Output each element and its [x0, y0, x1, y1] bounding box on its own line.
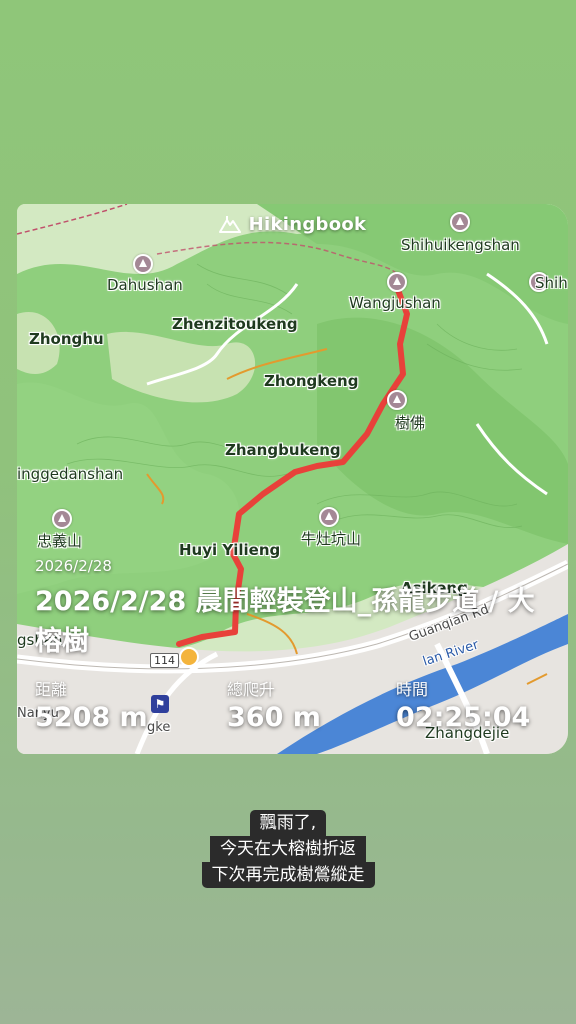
place-label: Zhenzitoukeng	[172, 315, 298, 333]
caption-line-3: 下次再完成樹鶯縱走	[201, 862, 375, 888]
peak-icon[interactable]	[450, 212, 470, 232]
place-label: gke	[147, 720, 171, 735]
brand-logo: Hikingbook	[17, 214, 568, 235]
map-card[interactable]: Hikingbook Shihuikengshan Shihui Dahusha…	[17, 204, 568, 754]
place-label: inggedanshan	[17, 465, 124, 483]
place-label: Shihui	[535, 274, 568, 292]
peak-icon[interactable]	[387, 390, 407, 410]
place-label: Dahushan	[107, 276, 183, 294]
elevation-label: 總爬升	[227, 680, 276, 699]
place-label: Zhonghu	[29, 330, 104, 348]
activity-title: 2026/2/28 晨間輕裝登山_孫龍步道 / 大榕樹	[35, 586, 535, 657]
place-label: 牛灶坑山	[301, 530, 362, 548]
mountain-icon	[218, 216, 241, 233]
time-label: 時間	[396, 680, 429, 699]
peak-icon[interactable]	[387, 272, 407, 292]
place-label: 樹佛	[395, 414, 426, 432]
caption-line-1: 飄雨了,	[249, 810, 327, 836]
brand-name: Hikingbook	[248, 214, 367, 235]
place-label: Zhongkeng	[264, 372, 359, 390]
peak-icon[interactable]	[319, 507, 339, 527]
distance-label: 距離	[35, 680, 68, 699]
caption-line-2: 今天在大榕樹折返	[210, 836, 366, 862]
distance-value: 5208 m	[35, 702, 148, 733]
peak-icon[interactable]	[52, 509, 72, 529]
time-value: 02:25:04	[396, 702, 531, 733]
place-label: Zhangbukeng	[225, 441, 341, 459]
elevation-value: 360 m	[227, 702, 321, 733]
place-label: Huyi Yilieng	[179, 541, 281, 559]
place-label: Shihuikengshan	[401, 236, 520, 254]
peak-icon[interactable]	[133, 254, 153, 274]
train-station-icon[interactable]: ⚑	[151, 695, 169, 713]
story-caption: 飄雨了, 今天在大榕樹折返 下次再完成樹鶯縱走	[0, 810, 576, 888]
place-label: Wangjushan	[349, 294, 441, 312]
activity-date: 2026/2/28	[35, 557, 112, 575]
place-label: 忠義山	[37, 532, 83, 550]
